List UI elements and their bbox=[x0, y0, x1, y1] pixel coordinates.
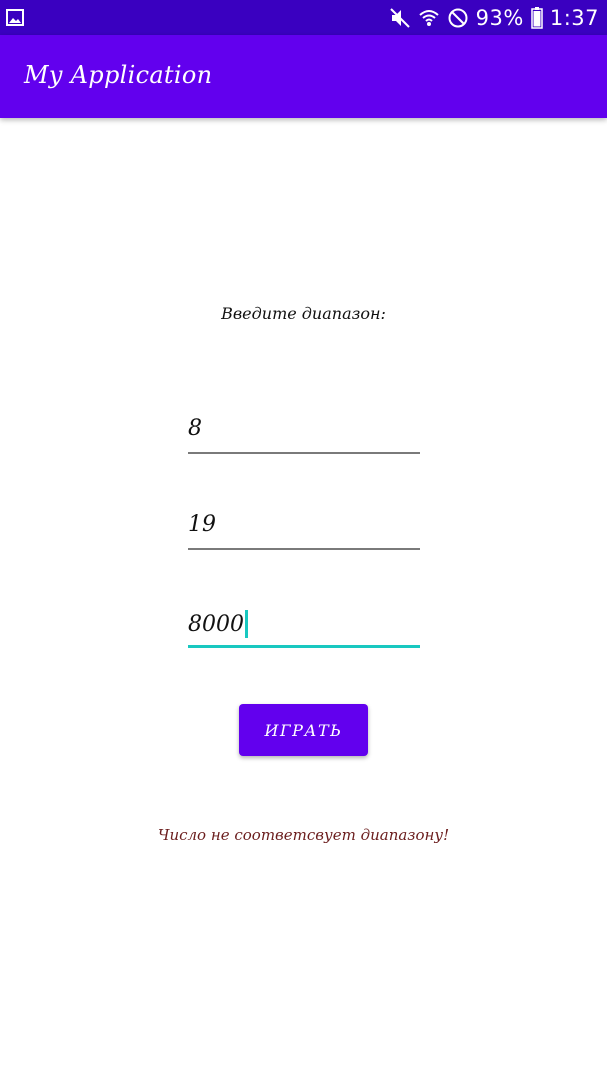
mute-icon bbox=[389, 7, 410, 28]
status-bar: 93% 1:37 bbox=[0, 0, 607, 35]
range-max-value: 19 bbox=[188, 512, 216, 537]
battery-icon bbox=[531, 6, 543, 29]
clock: 1:37 bbox=[549, 5, 599, 30]
guess-number-value: 8000 bbox=[188, 611, 244, 637]
app-title: My Application bbox=[24, 61, 213, 89]
field-underline-focused bbox=[188, 645, 420, 648]
do-not-disturb-icon bbox=[448, 8, 468, 27]
status-icons: 93% 1:37 bbox=[389, 0, 599, 35]
app-bar: My Application bbox=[0, 35, 607, 118]
guess-number-field[interactable]: 8000 bbox=[188, 606, 420, 648]
error-message: Число не соответсвует диапазону! bbox=[157, 826, 450, 844]
gallery-icon bbox=[6, 9, 24, 26]
field-underline bbox=[188, 452, 420, 454]
range-min-value: 8 bbox=[188, 416, 202, 441]
range-max-field[interactable]: 19 bbox=[188, 508, 420, 550]
play-button[interactable]: ИГРАТЬ bbox=[239, 704, 368, 756]
battery-percent: 93% bbox=[475, 5, 524, 30]
wifi-icon bbox=[418, 9, 439, 26]
text-cursor bbox=[245, 610, 248, 638]
range-min-field[interactable]: 8 bbox=[188, 412, 420, 454]
field-underline bbox=[188, 548, 420, 550]
range-prompt: Введите диапазон: bbox=[221, 304, 386, 323]
guess-number-value-wrap: 8000 bbox=[188, 610, 248, 638]
